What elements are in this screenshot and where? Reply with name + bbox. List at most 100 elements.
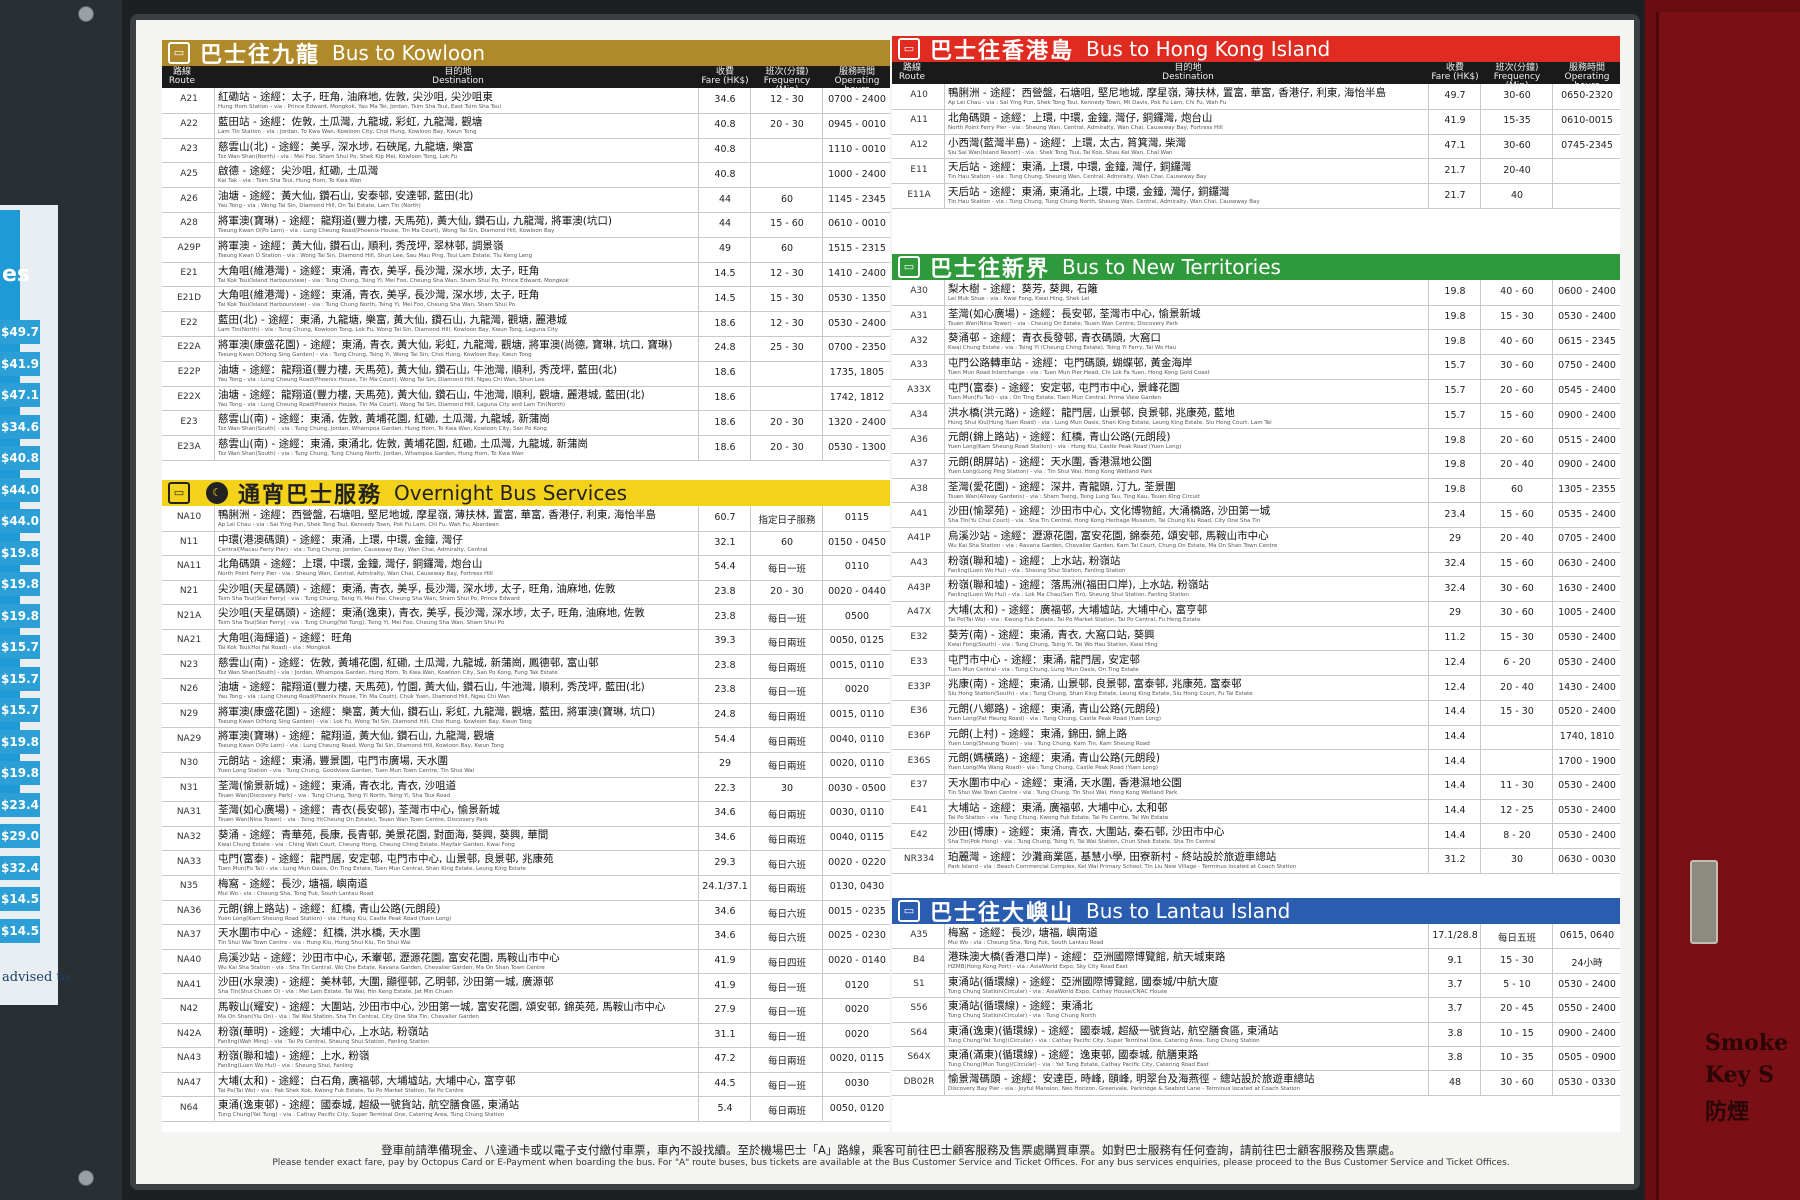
- column-divider: [214, 88, 215, 460]
- operating-hours: 0535 - 2400: [1558, 508, 1616, 520]
- destination: 藍田(北) - 途經：東涌, 九龍塘, 樂富, 黃大仙, 鑽石山, 九龍灣, 觀…: [218, 312, 696, 333]
- table-row: A37 元朗(朗屏站) - 途經：天水圍, 香港濕地公園 Yuen Long(Lon…: [892, 453, 1620, 479]
- destination: 荃灣(如心廣場) - 途經：長安邨, 荃灣市中心, 愉景新城 Tsuen Wan(…: [948, 306, 1426, 327]
- destination: 將軍澳(寶琳) - 途經：龍翔道, 黃大仙, 鑽石山, 九龍灣, 觀塘 Tseun…: [218, 728, 696, 749]
- destination-zh: 慈雲山(南) - 途經：東涌, 佐敦, 黃埔花園, 紅磡, 土瓜灣, 九龍城, …: [218, 413, 550, 426]
- route-number: NA41: [176, 979, 202, 990]
- right-column: ▭ 巴士往香港島 Bus to Hong Kong Island 路線 Route…: [892, 36, 1620, 1132]
- frequency: 30 - 60: [1500, 582, 1534, 594]
- frequency: 20 - 30: [770, 441, 804, 453]
- table-row: E11 天后站 - 途經：東涌, 上環, 中環, 金鐘, 灣仔, 銅鑼灣 Tin H…: [892, 158, 1620, 185]
- destination: 慈雲山(北) - 途經：美孚, 深水埗, 石硤尾, 九龍塘, 樂富 Tsz Wan…: [218, 139, 696, 160]
- table-row: N21A 尖沙咀(天星碼頭) - 途經：東涌(逸東), 青衣, 美孚, 長沙灣, …: [162, 604, 890, 630]
- operating-hours: 1320 - 2400: [828, 416, 886, 428]
- destination-zh: 梅窩 - 途經：長沙, 塘福, 嶼南道: [948, 927, 1098, 939]
- fare: 34.6: [714, 94, 736, 106]
- destination-zh: 油塘 - 途經：龍翔道(豐力樓, 天馬苑), 黃大仙, 鑽石山, 牛池灣, 順利…: [218, 363, 618, 376]
- destination-en: Tseung Kwan O Station - via : Wong Tai S…: [218, 252, 533, 259]
- operating-hours: 0700 - 2350: [828, 342, 886, 354]
- destination: 屯門(富泰) - 途經：安定邨, 屯門市中心, 景峰花園 Tuen Mun(Fu …: [948, 380, 1426, 401]
- overnight-title-zh: 通宵巴士服務: [238, 483, 383, 508]
- destination-zh: 慈雲山(南) - 途經：東涌, 東涌北, 佐敦, 黃埔花園, 紅磡, 土瓜灣, …: [218, 438, 588, 451]
- door-handle[interactable]: [1690, 860, 1718, 944]
- destination-zh: 油塘 - 途經：龍翔道(豐力樓, 天馬苑), 竹園, 黃大仙, 鑽石山, 牛池灣…: [218, 681, 645, 694]
- route-number: N11: [179, 536, 199, 547]
- destination-en: Ma On Shan(Yiu On) - via : Tai Wai Stati…: [218, 1014, 479, 1020]
- smoke-sign-line3: 防煙: [1705, 1099, 1750, 1125]
- destination: 天水圍市中心 - 途經：東涌, 天水圍, 香港濕地公園 Tin Shui Wai …: [948, 775, 1426, 796]
- destination-en: Tsz Wan Shan(North) - via : Mei Foo, Sha…: [218, 153, 458, 160]
- column-header-dest: 目的地 Destination: [948, 64, 1428, 82]
- table-row: E41 大埔站 - 途經：東涌, 廣福邨, 大埔中心, 太和邨 Tai Po Sta…: [892, 799, 1620, 825]
- route-number: N21: [179, 586, 199, 597]
- route-number: N42A: [176, 1028, 202, 1039]
- frequency: 15-35: [1503, 115, 1531, 127]
- route-number: E23A: [177, 441, 201, 452]
- destination-en: Tin Hau Station - via : Tung Chung, Tung…: [948, 199, 1260, 206]
- destination: 油塘 - 途經：龍翔道(豐力樓, 天馬苑), 竹園, 黃大仙, 鑽石山, 牛池灣…: [218, 679, 696, 700]
- destination-zh: 愉景灣碼頭 - 途經：安達臣, 時峰, 頤峰, 明翠台及海燕徑 - 總站設於旅遊…: [948, 1073, 1315, 1086]
- fare: 14.4: [1444, 755, 1466, 767]
- table-row: N64 東涌(逸東邨) - 途經：國泰城, 超級一號貨站, 航空膳食區, 東涌站 T…: [162, 1096, 890, 1122]
- fare: 19.8: [1444, 434, 1466, 446]
- destination-en: Fanling(Luen Wo Hui) - via : Lok Ma Chau…: [948, 592, 1189, 599]
- fare: 19.8: [1444, 335, 1466, 347]
- destination-en: Tai Po(Tai Wo) - via : Pak Shek Kok, Kwo…: [218, 1087, 464, 1094]
- operating-hours: 0650-2320: [1561, 90, 1613, 102]
- route-number: A22: [180, 119, 198, 130]
- fare: 44.5: [714, 1078, 736, 1090]
- frequency: 每日五班: [1497, 933, 1536, 945]
- fare: 34.6: [714, 807, 736, 819]
- route-number: A30: [910, 286, 928, 297]
- frequency: 每日一班: [767, 982, 806, 994]
- column-divider: [214, 506, 215, 1121]
- operating-hours: 0020 - 0140: [828, 955, 886, 967]
- route-number: A34: [910, 409, 928, 420]
- destination-en: Lei Muk Shue - via : Kwai Fong, Kwai Hin…: [948, 296, 1090, 302]
- destination-zh: 洪水橋(洪元路) - 途經：龍門居, 山景邨, 良景邨, 兆康苑, 藍地: [948, 406, 1235, 419]
- table-row: N42A 粉嶺(華明) - 途經：大埔中心, 上水站, 粉嶺站 Fanling(Wa…: [162, 1023, 890, 1049]
- route-number: E22: [180, 317, 198, 328]
- operating-hours: 0040, 0110: [829, 733, 885, 745]
- route-number: NA37: [176, 930, 202, 941]
- table-row: E37 天水圍市中心 - 途經：東涌, 天水圍, 香港濕地公園 Tin Shui W…: [892, 774, 1620, 800]
- destination-en: Kwai Chung Estate - via : Tsing Yi (Cheu…: [948, 345, 1177, 352]
- destination-zh: 小西灣(藍灣半島) - 途經：上環, 太古, 筲箕灣, 柴灣: [948, 136, 1187, 149]
- operating-hours: 0530 - 2400: [1558, 311, 1616, 323]
- destination: 天后站 - 途經：東涌, 東涌北, 上環, 中環, 金鐘, 灣仔, 銅鑼灣 Tin…: [948, 184, 1426, 205]
- frequency: 20 - 40: [1500, 681, 1534, 693]
- frequency: 每日兩班: [767, 761, 806, 773]
- fare: 11.2: [1444, 632, 1466, 644]
- table-row: NA41 沙田(水泉澳) - 途經：美林邨, 大圍, 顯徑邨, 乙明邨, 沙田第一…: [162, 973, 890, 999]
- destination-zh: 葵涌邨 - 途經：青衣長發邨, 青衣碼頭, 大窩口: [948, 332, 1161, 345]
- destination-en: Tin Shui Wai Town Centre - via : Tung Ch…: [948, 790, 1178, 796]
- operating-hours: 0015 - 0235: [828, 905, 886, 917]
- table-row: S64 東涌(逸東)(循環線) - 途經：國泰城, 超級一號貨站, 航空膳食區, …: [892, 1022, 1620, 1047]
- operating-hours: 1740, 1810: [1559, 730, 1615, 742]
- fare: 32.4: [1444, 582, 1466, 594]
- column-header-dest-en: Destination: [1162, 72, 1214, 82]
- destination-en: Ap Lei Chau - via : Sai Ying Pun, Shek T…: [218, 522, 499, 528]
- route-number: E21: [180, 267, 198, 278]
- destination-zh: 大角咀(海輝道) - 途經：旺角: [218, 632, 353, 644]
- route-number: E22P: [177, 367, 201, 378]
- fare: 23.8: [714, 610, 736, 622]
- destination: 啟德 - 途經：尖沙咀, 紅磡, 土瓜灣 Kai Tak - via : Tsim…: [218, 163, 696, 184]
- destination-zh: 元朗(錦上路站) - 途經：紅橋, 青山公路(元朗段): [948, 431, 1171, 444]
- frequency: 15 - 60: [770, 218, 804, 230]
- table-row: A28 將軍澳(寶琳) - 途經：龍翔道(豐力樓, 天馬苑), 黃大仙, 鑽石山,…: [162, 212, 890, 238]
- route-number: A47X: [907, 607, 931, 618]
- operating-hours: 0610-0015: [1561, 115, 1613, 127]
- table-row: A21 紅磡站 - 途經：太子, 旺角, 油麻地, 佐敦, 尖沙咀, 尖沙咀東 Hu…: [162, 88, 890, 114]
- table-row: NA21 大角咀(海輝道) - 途經：旺角 Tai Kok Tsui(Hoi Fai…: [162, 629, 890, 655]
- left-price-tag: $15.7: [0, 635, 40, 659]
- operating-hours: 0500: [844, 610, 870, 622]
- destination-en: Hung Hom Station - via : Prince Edward, …: [218, 104, 502, 110]
- table-row: A10 鴨脷洲 - 途經：西營盤, 石塘咀, 堅尼地城, 摩星嶺, 薄扶林, 置富…: [892, 84, 1620, 110]
- destination-zh: 啟德 - 途經：尖沙咀, 紅磡, 土瓜灣: [218, 165, 379, 178]
- operating-hours: 1110 - 0010: [828, 143, 886, 155]
- fare: 40.8: [714, 143, 736, 155]
- fare: 24.1/37.1: [702, 881, 748, 893]
- route-number: E37: [910, 780, 928, 791]
- destination: 紅磡站 - 途經：太子, 旺角, 油麻地, 佐敦, 尖沙咀, 尖沙咀東 Hung …: [218, 89, 696, 110]
